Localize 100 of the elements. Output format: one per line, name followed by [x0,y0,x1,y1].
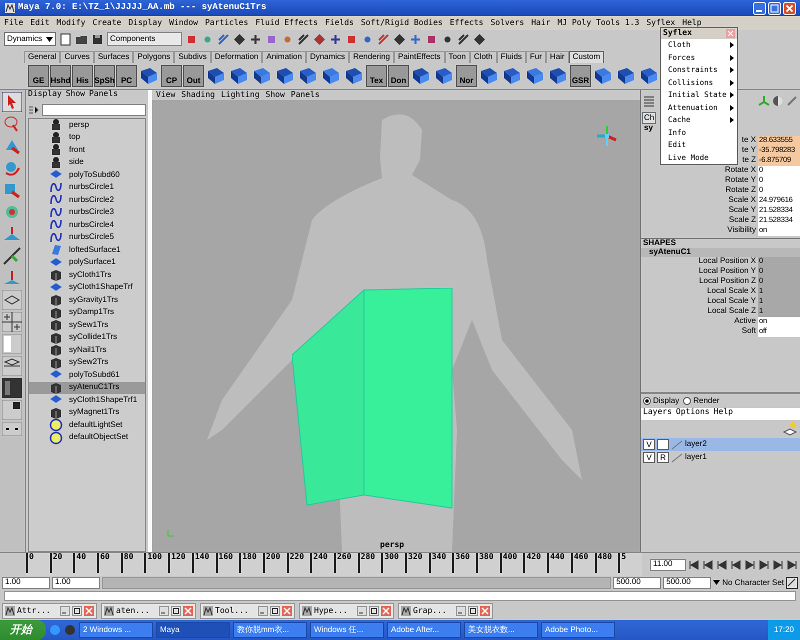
menu-item[interactable]: Display [28,90,62,102]
selection-mode-field[interactable]: Components [107,32,182,46]
end-time-field[interactable]: 500.00 [663,577,712,589]
layer-row[interactable]: V layer2 [641,438,800,451]
four-view-icon[interactable] [2,312,22,332]
grid-shelf-icon[interactable] [205,65,227,87]
go-to-end-icon[interactable] [786,560,798,570]
shelf-tab[interactable]: Custom [568,51,604,63]
shelf-tab[interactable]: Cloth [470,51,497,63]
shelf-button[interactable]: PC [116,65,137,87]
menu-item[interactable]: Fluid Effects [255,18,318,28]
menu-item[interactable]: Help [714,408,733,420]
go-to-start-icon[interactable] [688,560,700,570]
range-slider[interactable] [103,578,610,588]
radio-option[interactable]: Display [643,396,680,406]
minimize-icon[interactable] [456,606,466,616]
outliner-item[interactable]: front [29,144,145,156]
outliner-item[interactable]: polyToSubd61 [29,369,145,382]
new-scene-icon[interactable] [59,32,72,46]
shelf-button[interactable]: GE [28,65,49,87]
shelf-button[interactable]: Don [388,65,409,87]
outliner-item[interactable]: top [29,132,145,144]
shelf-tab[interactable]: Rendering [349,51,394,63]
menu-item[interactable]: Fields [324,18,354,28]
menu-item[interactable]: Panels [88,90,118,102]
outliner-item[interactable]: syCloth1ShapeTrf [29,282,145,294]
outliner-item[interactable]: defaultLightSet [29,419,145,432]
grid-shelf-icon[interactable] [274,65,296,87]
minimized-window[interactable]: Tool... [200,603,295,619]
menu-item[interactable]: Hair [531,18,550,28]
outliner-item[interactable]: polySurface1 [29,256,145,269]
minimized-window[interactable]: Hype... [299,603,394,619]
menu-item[interactable]: Options [676,408,710,420]
shelf-tab[interactable]: Polygons [133,51,174,63]
playback-start-field[interactable]: 1.00 [52,577,100,589]
toolbar-tool-icon[interactable] [297,32,310,46]
pencil-icon[interactable] [786,95,798,107]
outliner-item[interactable]: syCloth1ShapeTrf1 [29,394,145,406]
shelf-button[interactable]: Tex [366,65,387,87]
grid-shelf-icon[interactable] [297,65,319,87]
menu-item[interactable]: Show [66,90,85,102]
grid-shelf-icon[interactable] [228,65,250,87]
outliner-item[interactable]: defaultObjectSet [29,432,145,444]
current-time-field[interactable]: 11.00 [650,558,686,570]
grid-shelf-icon[interactable] [320,65,342,87]
menu-item[interactable]: Show [266,90,285,100]
toolbar-tool-icon[interactable] [329,32,342,46]
preferences-icon[interactable] [786,577,798,589]
menu-item[interactable]: Window [169,18,198,28]
menu-item[interactable]: Solvers [490,18,524,28]
outliner-item[interactable]: syCloth1Trs [29,269,145,282]
menu-item[interactable]: MJ Poly Tools 1.3 [557,18,640,28]
step-back-key-icon[interactable] [702,560,714,570]
outliner-item[interactable]: persp [29,119,145,132]
shelf-tab[interactable]: Surfaces [94,51,134,63]
shelf-tab[interactable]: Animation [262,51,306,63]
single-view-icon[interactable] [2,290,22,310]
toolbar-tool-icon[interactable] [457,32,470,46]
grid-shelf-icon[interactable] [638,65,660,87]
menu-item[interactable]: Effects [450,18,484,28]
toolbar-tool-icon[interactable] [409,32,422,46]
grid-shelf-icon[interactable] [410,65,432,87]
step-back-icon[interactable] [716,560,728,570]
outliner-item[interactable]: side [29,156,145,169]
stacked-view-icon[interactable] [2,356,22,376]
menu-item[interactable]: Shading [181,90,215,100]
shelf-button[interactable]: Hshd [50,65,71,87]
taskbar-button[interactable]: Adobe Photo... [541,622,615,638]
menu-item[interactable]: Syflex [646,18,676,28]
shelf-tab[interactable]: Subdivs [174,51,211,63]
grid-shelf-icon[interactable] [547,65,569,87]
grid-shelf-icon[interactable] [524,65,546,87]
taskbar-button[interactable]: Adobe After... [387,622,461,638]
radio-option[interactable]: Render [683,396,720,406]
taskbar-button[interactable]: 2 Windows ... [79,622,153,638]
side-by-side-icon[interactable] [2,334,22,354]
select-arrow-icon[interactable] [2,92,22,112]
search-field[interactable] [42,104,146,116]
maximize-icon[interactable] [369,606,379,616]
play-forward-icon[interactable] [744,560,756,570]
shelf-tab[interactable]: Hair [546,51,569,63]
menu-item[interactable]: Panels [290,90,320,100]
minimized-window[interactable]: Attr... [2,603,97,619]
layout-menu-icon[interactable] [2,422,22,436]
menu-item[interactable]: View [156,90,176,100]
toolbar-tool-icon[interactable] [249,32,262,46]
visibility-toggle[interactable]: V [643,452,655,463]
list-icon[interactable] [643,95,655,107]
save-icon[interactable] [91,32,104,46]
menu-item[interactable]: Modify [56,18,86,28]
toolbar-tool-icon[interactable] [473,32,486,46]
grid-shelf-icon[interactable] [501,65,523,87]
shelf-tab[interactable]: Dynamics [306,51,350,63]
menu-item[interactable]: Display [128,18,162,28]
minimize-icon[interactable] [357,606,367,616]
step-forward-key-icon[interactable] [772,560,784,570]
grid-shelf-icon[interactable] [343,65,365,87]
visibility-toggle[interactable]: V [643,439,655,450]
taskbar-button[interactable]: Windows 任... [310,622,384,638]
outliner-item[interactable]: nurbsCircle3 [29,206,145,219]
